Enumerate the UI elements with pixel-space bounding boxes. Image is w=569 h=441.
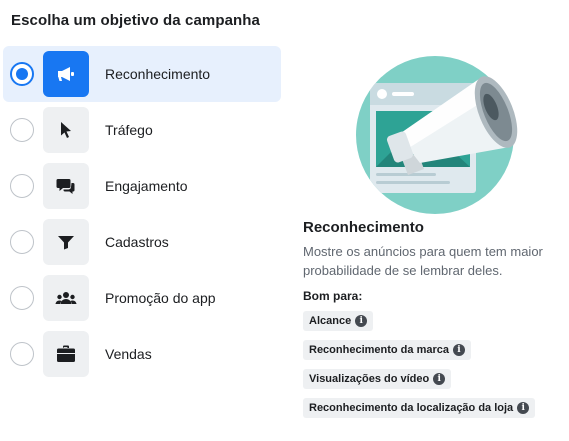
objective-option-reconhecimento[interactable]: Reconhecimento xyxy=(3,46,281,102)
chip-label: Visualizações do vídeo xyxy=(309,373,430,385)
radio-button[interactable] xyxy=(10,230,34,254)
chip-label: Alcance xyxy=(309,315,352,327)
good-for-chip: Reconhecimento da localização da loja i xyxy=(303,398,536,418)
objective-icon-tile xyxy=(43,219,89,265)
good-for-label: Bom para: xyxy=(303,289,363,303)
megaphone-icon xyxy=(58,67,74,81)
megaphone-illustration xyxy=(356,56,518,214)
filter-funnel-icon xyxy=(58,236,74,250)
radio-button[interactable] xyxy=(10,118,34,142)
good-for-chip: Alcance i xyxy=(303,311,374,331)
detail-description: Mostre os anúncios para quem tem maior p… xyxy=(303,244,543,278)
objective-option-promocao-do-app[interactable]: Promoção do app xyxy=(3,270,281,326)
objective-label: Vendas xyxy=(105,346,152,362)
detail-title: Reconhecimento xyxy=(303,219,424,236)
objective-icon-tile xyxy=(43,107,89,153)
objective-icon-tile xyxy=(43,51,89,97)
chip-label: Reconhecimento da marca xyxy=(309,344,449,356)
objective-label: Engajamento xyxy=(105,178,188,194)
objective-option-vendas[interactable]: Vendas xyxy=(3,326,281,382)
people-group-icon xyxy=(55,292,77,304)
radio-button[interactable] xyxy=(10,62,34,86)
info-icon[interactable]: i xyxy=(355,315,368,327)
page-title: Escolha um objetivo da campanha xyxy=(11,12,260,29)
good-for-chip: Reconhecimento da marca i xyxy=(303,340,471,360)
info-icon[interactable]: i xyxy=(517,402,530,414)
objective-label: Cadastros xyxy=(105,234,169,250)
objective-option-cadastros[interactable]: Cadastros xyxy=(3,214,281,270)
objective-label: Reconhecimento xyxy=(105,66,211,82)
radio-button[interactable] xyxy=(10,342,34,366)
campaign-objective-panel: Escolha um objetivo da campanha Reconhec… xyxy=(0,0,569,441)
objective-icon-tile xyxy=(43,331,89,377)
radio-button[interactable] xyxy=(10,174,34,198)
cursor-icon xyxy=(61,122,71,138)
objective-label: Tráfego xyxy=(105,122,153,138)
objective-option-trafego[interactable]: Tráfego xyxy=(3,102,281,158)
briefcase-icon xyxy=(57,345,75,362)
good-for-chips: Alcance i Reconhecimento da marca i Visual… xyxy=(303,311,565,427)
objective-label: Promoção do app xyxy=(105,290,216,306)
radio-button[interactable] xyxy=(10,286,34,310)
chat-bubbles-icon xyxy=(56,179,75,194)
objective-detail: Reconhecimento Mostre os anúncios para q… xyxy=(303,219,565,427)
info-icon[interactable]: i xyxy=(433,373,446,385)
objective-icon-tile xyxy=(43,275,89,321)
objective-list: Reconhecimento Tráfego Engajamento Cadas… xyxy=(3,46,281,382)
radio-selected-dot xyxy=(16,68,28,80)
objective-icon-tile xyxy=(43,163,89,209)
good-for-chip: Visualizações do vídeo i xyxy=(303,369,452,389)
info-icon[interactable]: i xyxy=(453,344,465,356)
chip-label: Reconhecimento da localização da loja xyxy=(309,402,514,414)
objective-option-engajamento[interactable]: Engajamento xyxy=(3,158,281,214)
